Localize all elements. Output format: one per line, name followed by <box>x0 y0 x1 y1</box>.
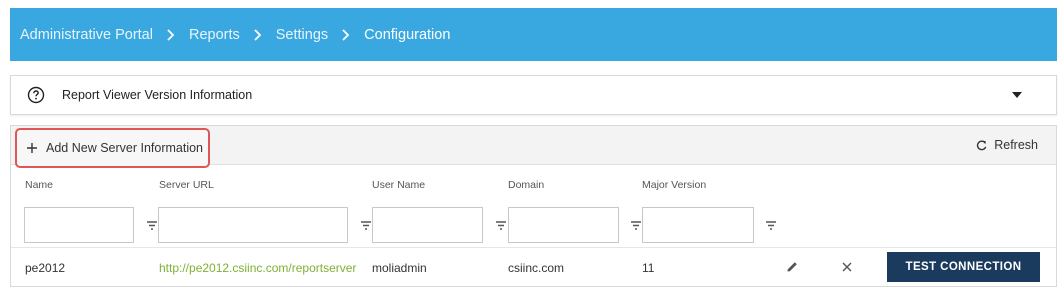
filter-icon[interactable] <box>766 221 776 230</box>
row-user-name: moliadmin <box>372 261 427 275</box>
column-header-domain[interactable]: Domain <box>508 179 544 191</box>
version-info-title: Report Viewer Version Information <box>62 88 253 102</box>
chevron-right-icon <box>153 28 189 41</box>
user-name-filter-input[interactable] <box>372 207 483 243</box>
server-url-filter-input[interactable] <box>158 207 348 243</box>
pencil-icon[interactable] <box>787 261 798 272</box>
chevron-right-icon <box>240 28 276 41</box>
breadcrumb-reports[interactable]: Reports <box>189 27 240 43</box>
row-major-version: 11 <box>642 261 655 275</box>
column-header-name[interactable]: Name <box>25 179 53 191</box>
domain-filter-input[interactable] <box>508 207 619 243</box>
chevron-right-icon <box>328 28 364 41</box>
filter-icon[interactable] <box>496 221 506 230</box>
refresh-icon <box>977 140 987 150</box>
filter-icon[interactable] <box>147 221 157 230</box>
grid-toolbar: Add New Server Information Refresh <box>11 126 1056 168</box>
refresh-label: Refresh <box>994 138 1038 152</box>
add-server-label: Add New Server Information <box>46 141 204 155</box>
close-icon[interactable] <box>842 262 852 272</box>
caret-down-icon[interactable] <box>1012 92 1022 98</box>
row-server-url-link[interactable]: http://pe2012.csiinc.com/reportserver <box>159 261 356 275</box>
test-connection-button[interactable]: TEST CONNECTION <box>887 252 1040 282</box>
column-header-user-name[interactable]: User Name <box>372 179 425 191</box>
row-name: pe2012 <box>25 261 66 275</box>
help-circle-icon <box>27 86 45 104</box>
version-info-panel[interactable]: Report Viewer Version Information <box>10 75 1057 115</box>
filter-row <box>11 207 1056 247</box>
breadcrumb-configuration: Configuration <box>364 26 451 43</box>
breadcrumb: Administrative Portal Reports Settings C… <box>10 8 1057 61</box>
breadcrumb-settings[interactable]: Settings <box>276 27 328 43</box>
column-header-major-version[interactable]: Major Version <box>642 179 706 191</box>
divider <box>11 247 1056 248</box>
breadcrumb-administrative-portal[interactable]: Administrative Portal <box>20 27 153 43</box>
add-server-button[interactable]: Add New Server Information <box>15 128 210 168</box>
refresh-button[interactable]: Refresh <box>976 138 1038 152</box>
column-header-server-url[interactable]: Server URL <box>159 179 214 191</box>
row-domain: csiinc.com <box>508 261 565 275</box>
filter-icon[interactable] <box>631 221 641 230</box>
filter-icon[interactable] <box>361 221 371 230</box>
server-grid: Add New Server Information Refresh Name … <box>10 125 1057 287</box>
plus-icon <box>27 143 37 153</box>
major-version-filter-input[interactable] <box>642 207 754 243</box>
name-filter-input[interactable] <box>24 207 134 243</box>
